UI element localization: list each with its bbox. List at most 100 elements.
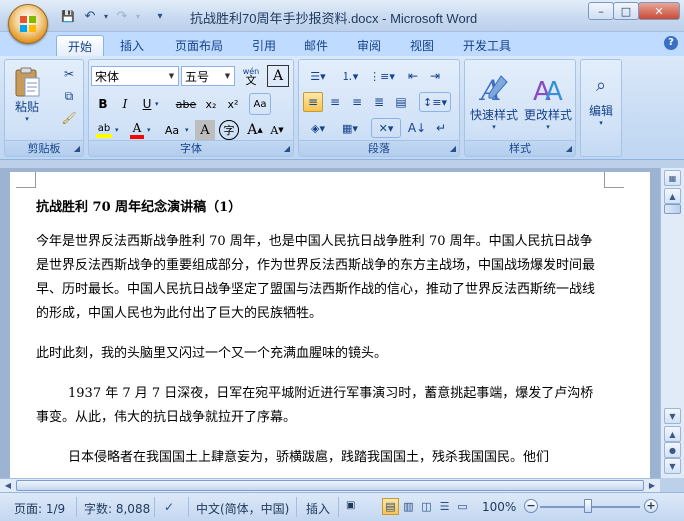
paste-label: 粘贴 (14, 99, 39, 114)
ruler-toggle-icon[interactable]: ▦ (664, 170, 681, 186)
editing-button[interactable]: ⌕ 编辑 ▾ (583, 64, 619, 138)
horizontal-scrollbar[interactable]: ◀ ▶ (0, 478, 660, 492)
distributed-button[interactable]: ▤ (391, 92, 411, 112)
web-layout-view-button[interactable]: ◫ (418, 498, 435, 515)
borders-button[interactable]: ▦▾ (335, 118, 365, 138)
chinese-layout-button[interactable]: ✕▾ (371, 118, 401, 138)
numbering-button[interactable]: ⒈▾ (335, 66, 365, 86)
underline-dropdown-icon[interactable]: ▾ (155, 100, 159, 108)
bullets-button[interactable]: ☰▾ (303, 66, 333, 86)
superscript-button[interactable]: x² (223, 94, 243, 114)
outline-view-button[interactable]: ☰ (436, 498, 453, 515)
font-size-select[interactable]: 五号 ▼ (181, 66, 235, 86)
insert-mode[interactable]: 插入 (306, 500, 330, 517)
page-count[interactable]: 页面: 1/9 (14, 500, 65, 517)
phonetic-guide-button[interactable]: wén 文 (239, 65, 263, 87)
tab-insert[interactable]: 插入 (108, 35, 156, 56)
document-body[interactable]: 抗战胜利 70 周年纪念演讲稿（1） 今年是世界反法西斯战争胜利 70 周年，也… (36, 196, 602, 478)
word-count[interactable]: 字数: 8,088 (84, 500, 150, 517)
clipboard-launcher-icon[interactable]: ◢ (74, 144, 80, 153)
paste-button[interactable]: 粘贴 ▾ (9, 64, 45, 124)
document-area: 抗战胜利 70 周年纪念演讲稿（1） 今年是世界反法西斯战争胜利 70 周年，也… (0, 168, 660, 478)
redo-icon[interactable]: ↷ (112, 7, 132, 25)
bold-button[interactable]: B (93, 94, 113, 114)
shading-button[interactable]: ◈▾ (303, 118, 333, 138)
browse-object-icon[interactable]: ● (664, 442, 681, 458)
draft-view-button[interactable]: ▭ (454, 498, 471, 515)
zoom-level[interactable]: 100% (482, 500, 516, 514)
quick-styles-label: 快速样式 (469, 107, 518, 122)
customize-qat-icon[interactable]: ▾ (150, 7, 170, 25)
undo-icon[interactable]: ↶ (80, 7, 100, 25)
font-color-button[interactable]: A (127, 120, 147, 140)
sort-button[interactable]: A↓ (407, 118, 427, 138)
proofing-icon[interactable]: ✓ (164, 500, 174, 514)
copy-icon[interactable]: ⧉ (59, 86, 79, 106)
vertical-scrollbar[interactable]: ▦ ▲ ▼ ▲ ● ▼ (660, 168, 684, 478)
clear-formatting-button[interactable]: Aa (249, 93, 271, 115)
char-border-button[interactable]: A (267, 65, 289, 87)
format-painter-icon[interactable]: 🖌 (59, 108, 79, 128)
scroll-up-icon[interactable]: ▲ (664, 188, 681, 204)
tab-mailings[interactable]: 邮件 (292, 35, 340, 56)
font-color-dropdown-icon[interactable]: ▾ (147, 126, 151, 134)
justify-button[interactable]: ≣ (369, 92, 389, 112)
zoom-slider-thumb[interactable] (584, 499, 592, 513)
change-styles-button[interactable]: A A 更改样式 ▾ (521, 62, 575, 140)
show-marks-button[interactable]: ↵ (431, 118, 451, 138)
tab-view[interactable]: 视图 (398, 35, 446, 56)
align-left-button[interactable]: ≡ (303, 92, 323, 112)
change-case-button[interactable]: Aa (159, 120, 185, 140)
save-icon[interactable]: 💾 (58, 7, 78, 25)
close-button[interactable]: ✕ (638, 2, 680, 20)
subscript-button[interactable]: x₂ (201, 94, 221, 114)
align-right-button[interactable]: ≡ (347, 92, 367, 112)
change-case-dropdown-icon[interactable]: ▾ (185, 126, 189, 134)
maximize-button[interactable]: □ (613, 2, 639, 20)
multilevel-list-button[interactable]: ⋮≡▾ (367, 66, 397, 86)
zoom-out-button[interactable]: − (524, 499, 538, 513)
highlight-dropdown-icon[interactable]: ▾ (115, 126, 119, 134)
tab-review[interactable]: 审阅 (345, 35, 393, 56)
char-shading-button[interactable]: A (195, 120, 215, 140)
cut-icon[interactable]: ✂ (59, 64, 79, 84)
previous-page-icon[interactable]: ▲ (664, 426, 681, 442)
font-name-select[interactable]: 宋体 ▼ (91, 66, 179, 86)
horizontal-scroll-thumb[interactable] (16, 480, 644, 491)
underline-button[interactable]: U (137, 94, 157, 114)
align-center-button[interactable]: ≡ (325, 92, 345, 112)
font-launcher-icon[interactable]: ◢ (284, 144, 290, 153)
zoom-in-button[interactable]: + (644, 499, 658, 513)
scroll-right-icon[interactable]: ▶ (644, 479, 660, 492)
tab-developer[interactable]: 开发工具 (452, 35, 522, 56)
grow-font-button[interactable]: A ▲ (245, 120, 265, 140)
redo-dropdown-icon[interactable]: ▾ (134, 7, 142, 25)
tab-page-layout[interactable]: 页面布局 (164, 35, 234, 56)
print-layout-view-button[interactable]: ▤ (382, 498, 399, 515)
tab-home[interactable]: 开始 (56, 35, 104, 56)
line-spacing-button[interactable]: ↕≡▾ (419, 92, 451, 112)
enclose-char-button[interactable]: 字 (219, 120, 239, 140)
scroll-thumb[interactable] (664, 204, 681, 214)
language-indicator[interactable]: 中文(简体，中国) (196, 500, 289, 517)
strikethrough-button[interactable]: abe (173, 94, 199, 114)
scroll-down-icon[interactable]: ▼ (664, 408, 681, 424)
increase-indent-button[interactable]: ⇥ (425, 66, 445, 86)
tab-references[interactable]: 引用 (240, 35, 288, 56)
paragraph-launcher-icon[interactable]: ◢ (450, 144, 456, 153)
undo-dropdown-icon[interactable]: ▾ (102, 7, 110, 25)
decrease-indent-button[interactable]: ⇤ (403, 66, 423, 86)
macro-record-icon[interactable]: ▣ (346, 500, 355, 511)
scroll-left-icon[interactable]: ◀ (0, 479, 16, 492)
office-button[interactable] (8, 4, 48, 44)
full-screen-reading-view-button[interactable]: ▥ (400, 498, 417, 515)
styles-launcher-icon[interactable]: ◢ (566, 144, 572, 153)
next-page-icon[interactable]: ▼ (664, 458, 681, 474)
italic-button[interactable]: I (115, 94, 135, 114)
shrink-font-button[interactable]: A ▼ (267, 120, 287, 140)
highlight-color-button[interactable]: ab (93, 120, 115, 140)
minimize-button[interactable]: – (588, 2, 614, 20)
office-logo-icon (20, 16, 36, 32)
quick-styles-button[interactable]: A 快速样式 ▾ (467, 62, 521, 140)
help-icon[interactable]: ? (664, 36, 678, 50)
